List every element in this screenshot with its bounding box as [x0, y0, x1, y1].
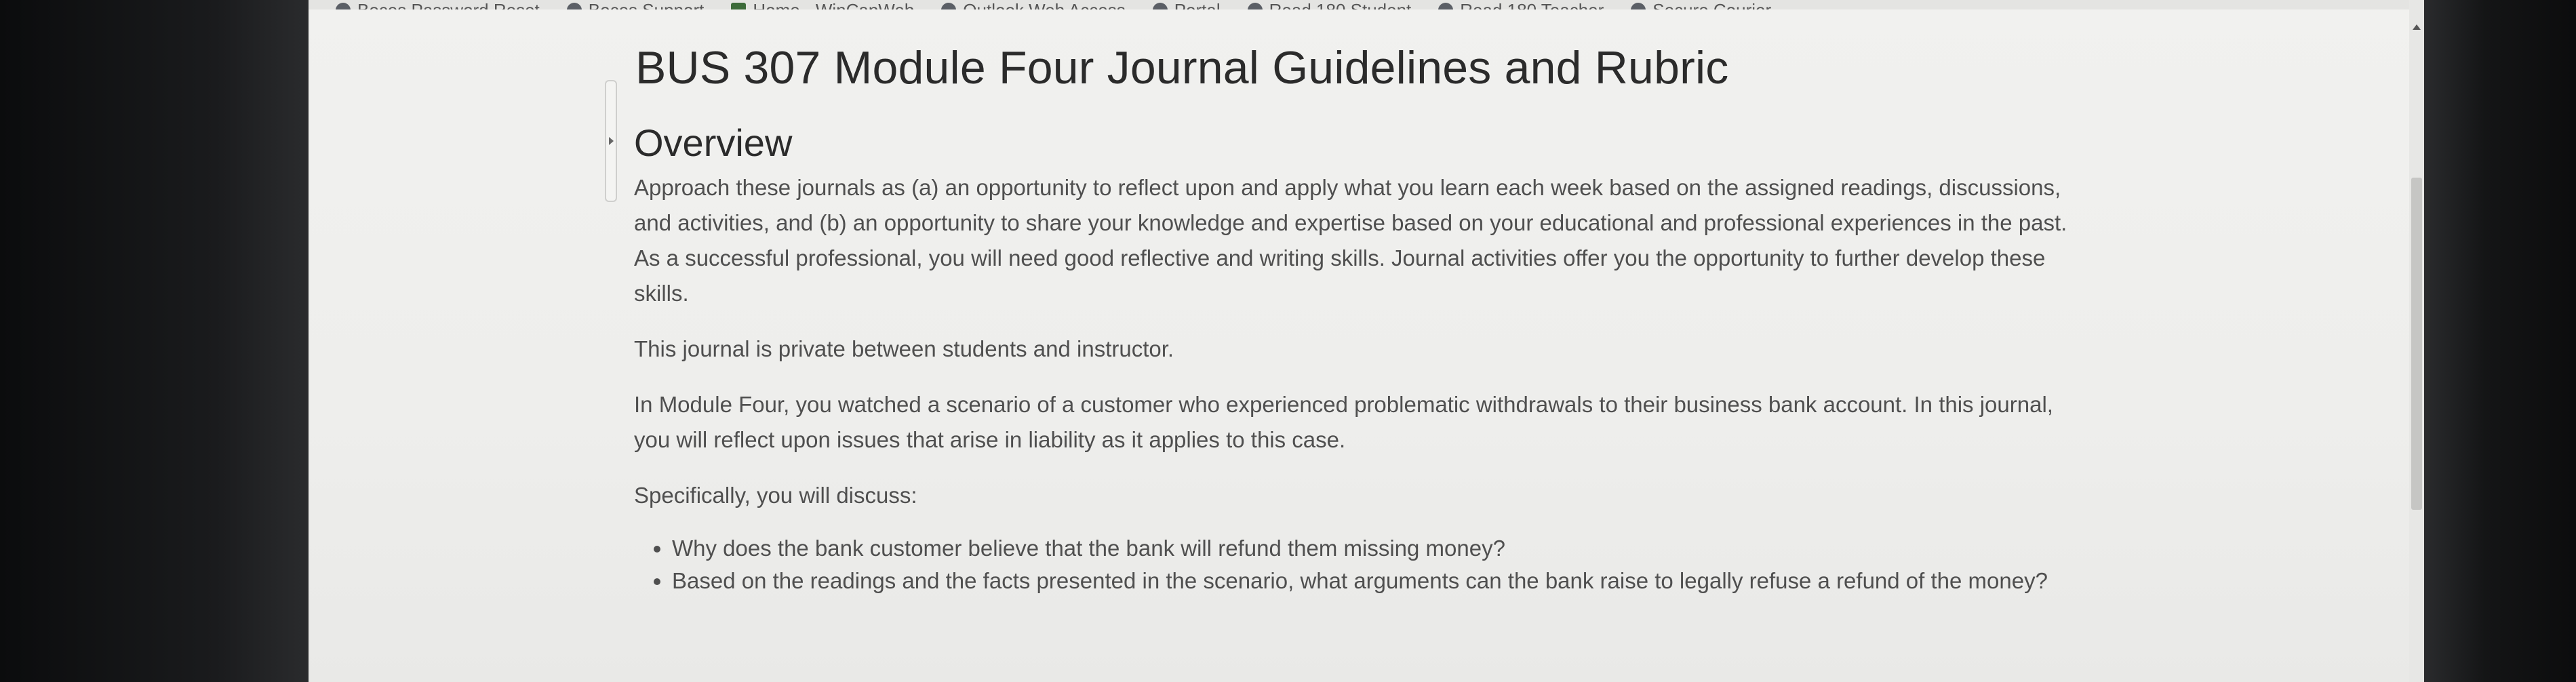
bookmark-label: Home - WinCapWeb	[753, 1, 914, 9]
globe-icon	[1152, 3, 1168, 9]
bookmark-label: Boces Password Reset	[357, 1, 540, 9]
overview-heading: Overview	[634, 121, 793, 164]
vertical-scrollbar[interactable]	[2409, 0, 2424, 682]
discussion-intro: Specifically, you will discuss:	[634, 483, 917, 508]
monitor-bezel-left	[0, 0, 309, 682]
overview-paragraph: Approach these journals as (a) an opport…	[634, 175, 2067, 306]
sidebar-toggle-button[interactable]	[605, 80, 617, 202]
bookmark-portal[interactable]: Portal	[1152, 1, 1221, 9]
monitor-bezel-right	[2424, 0, 2576, 682]
bookmarks-bar: Boces Password Reset Boces Support Home …	[309, 0, 2424, 9]
bookmark-label: Outlook Web Access	[963, 1, 1125, 9]
bookmark-label: Secure Courier	[1652, 1, 1771, 9]
document-content: BUS 307 Module Four Journal Guidelines a…	[634, 27, 2092, 597]
scroll-up-arrow-icon[interactable]	[2413, 24, 2421, 30]
globe-icon	[566, 3, 582, 9]
scenario-paragraph: In Module Four, you watched a scenario o…	[634, 392, 2053, 453]
browser-viewport: Boces Password Reset Boces Support Home …	[309, 0, 2424, 682]
privacy-paragraph: This journal is private between students…	[634, 336, 1174, 362]
wincap-icon	[731, 3, 747, 9]
scrollbar-thumb[interactable]	[2411, 178, 2422, 510]
globe-icon	[1438, 3, 1454, 9]
bookmark-label: Boces Support	[589, 1, 705, 9]
bookmark-outlook-web-access[interactable]: Outlook Web Access	[941, 1, 1126, 9]
bookmark-label: Read 180 Student	[1269, 1, 1412, 9]
bookmark-label: Portal	[1174, 1, 1221, 9]
globe-icon	[1631, 3, 1646, 9]
bookmark-label: Read 180 Teacher	[1460, 1, 1604, 9]
globe-icon	[336, 3, 351, 9]
bookmark-read-180-student[interactable]: Read 180 Student	[1247, 1, 1412, 9]
globe-icon	[1247, 3, 1263, 9]
globe-icon	[941, 3, 957, 9]
bookmark-secure-courier[interactable]: Secure Courier	[1631, 1, 1771, 9]
list-item: Why does the bank customer believe that …	[672, 532, 2092, 565]
caret-right-icon	[609, 137, 614, 145]
list-item: Based on the readings and the facts pres…	[672, 565, 2092, 597]
bookmark-boces-password-reset[interactable]: Boces Password Reset	[336, 1, 540, 9]
bookmark-wincapweb[interactable]: Home - WinCapWeb	[731, 1, 914, 9]
bookmark-boces-support[interactable]: Boces Support	[566, 1, 705, 9]
bookmark-read-180-teacher[interactable]: Read 180 Teacher	[1438, 1, 1604, 9]
page-title: BUS 307 Module Four Journal Guidelines a…	[635, 42, 1729, 94]
discussion-list: Why does the bank customer believe that …	[634, 532, 2092, 597]
